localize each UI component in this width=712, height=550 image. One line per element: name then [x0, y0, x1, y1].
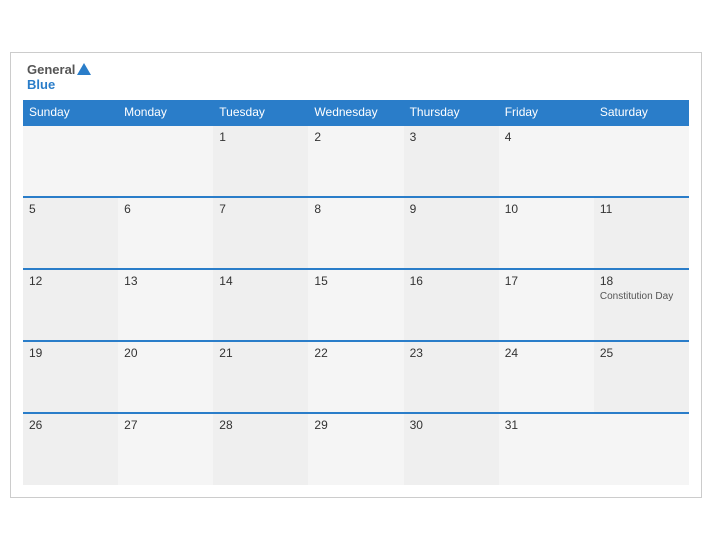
week-row-3: 12 13 14 15 16 17 18 Constitution Day [23, 269, 689, 341]
logo-blue-text: Blue [27, 78, 55, 92]
day-number: 5 [29, 202, 112, 216]
day-number: 18 [600, 274, 683, 288]
day-number: 12 [29, 274, 112, 288]
day-cell: 7 [213, 197, 308, 269]
day-cell: 14 [213, 269, 308, 341]
day-number: 25 [600, 346, 683, 360]
calendar-body: 123456789101112131415161718Constitution … [23, 125, 689, 485]
calendar-grid: SundayMondayTuesdayWednesdayThursdayFrid… [23, 100, 689, 485]
day-number: 19 [29, 346, 112, 360]
day-number: 9 [410, 202, 493, 216]
day-number: 27 [124, 418, 207, 432]
week-row-1: 1234 [23, 125, 689, 197]
day-cell: 28 [213, 413, 308, 485]
week-row-2: 56789 10 11 [23, 197, 689, 269]
week-row-4: 19 20 21 22 23 24 25 [23, 341, 689, 413]
day-number: 30 [410, 418, 493, 432]
day-cell: 12 [23, 269, 118, 341]
weekday-header-friday: Friday [499, 100, 594, 125]
day-cell: 13 [118, 269, 213, 341]
day-cell: 22 [308, 341, 403, 413]
day-cell: 2 [308, 125, 403, 197]
week-row-5: 26 27 28 29 30 31 [23, 413, 689, 485]
day-number: 26 [29, 418, 112, 432]
logo-triangle-icon [77, 63, 91, 75]
day-cell: 1 [213, 125, 308, 197]
day-number: 10 [505, 202, 588, 216]
holiday-name: Constitution Day [600, 290, 683, 303]
day-cell: 20 [118, 341, 213, 413]
day-number: 20 [124, 346, 207, 360]
weekday-row: SundayMondayTuesdayWednesdayThursdayFrid… [23, 100, 689, 125]
day-cell: 4 [499, 125, 594, 197]
day-cell: 21 [213, 341, 308, 413]
calendar-header: GeneralBlue [23, 63, 689, 92]
day-cell: 8 [308, 197, 403, 269]
day-cell: 31 [499, 413, 594, 485]
weekday-header-tuesday: Tuesday [213, 100, 308, 125]
day-cell: 9 [404, 197, 499, 269]
day-cell: 11 [594, 197, 689, 269]
day-number: 13 [124, 274, 207, 288]
day-cell [23, 125, 118, 197]
day-cell: 24 [499, 341, 594, 413]
calendar-weekday-header: SundayMondayTuesdayWednesdayThursdayFrid… [23, 100, 689, 125]
day-number: 11 [600, 202, 683, 216]
day-cell [118, 125, 213, 197]
day-number: 29 [314, 418, 397, 432]
day-cell: 27 [118, 413, 213, 485]
day-number: 3 [410, 130, 493, 144]
day-cell [594, 125, 689, 197]
day-number: 2 [314, 130, 397, 144]
day-number: 17 [505, 274, 588, 288]
day-number: 6 [124, 202, 207, 216]
logo: GeneralBlue [27, 63, 91, 92]
weekday-header-thursday: Thursday [404, 100, 499, 125]
day-cell: 6 [118, 197, 213, 269]
day-number: 22 [314, 346, 397, 360]
day-cell: 18 Constitution Day [594, 269, 689, 341]
day-number: 16 [410, 274, 493, 288]
day-number: 15 [314, 274, 397, 288]
day-number: 14 [219, 274, 302, 288]
day-number: 23 [410, 346, 493, 360]
day-cell: 30 [404, 413, 499, 485]
day-number: 7 [219, 202, 302, 216]
logo-general-text: General [27, 63, 75, 77]
day-number: 24 [505, 346, 588, 360]
day-cell: 5 [23, 197, 118, 269]
day-number: 8 [314, 202, 397, 216]
day-cell: 17 [499, 269, 594, 341]
weekday-header-saturday: Saturday [594, 100, 689, 125]
day-number: 4 [505, 130, 588, 144]
day-cell: 10 [499, 197, 594, 269]
day-cell: 16 [404, 269, 499, 341]
day-cell: 23 [404, 341, 499, 413]
day-number: 31 [505, 418, 588, 432]
day-cell [594, 413, 689, 485]
day-cell: 25 [594, 341, 689, 413]
day-cell: 15 [308, 269, 403, 341]
day-cell: 29 [308, 413, 403, 485]
day-cell: 3 [404, 125, 499, 197]
weekday-header-monday: Monday [118, 100, 213, 125]
weekday-header-sunday: Sunday [23, 100, 118, 125]
weekday-header-wednesday: Wednesday [308, 100, 403, 125]
day-number: 21 [219, 346, 302, 360]
calendar-container: GeneralBlue SundayMondayTuesdayWednesday… [10, 52, 702, 498]
day-cell: 26 [23, 413, 118, 485]
day-number: 1 [219, 130, 302, 144]
day-number: 28 [219, 418, 302, 432]
day-cell: 19 [23, 341, 118, 413]
